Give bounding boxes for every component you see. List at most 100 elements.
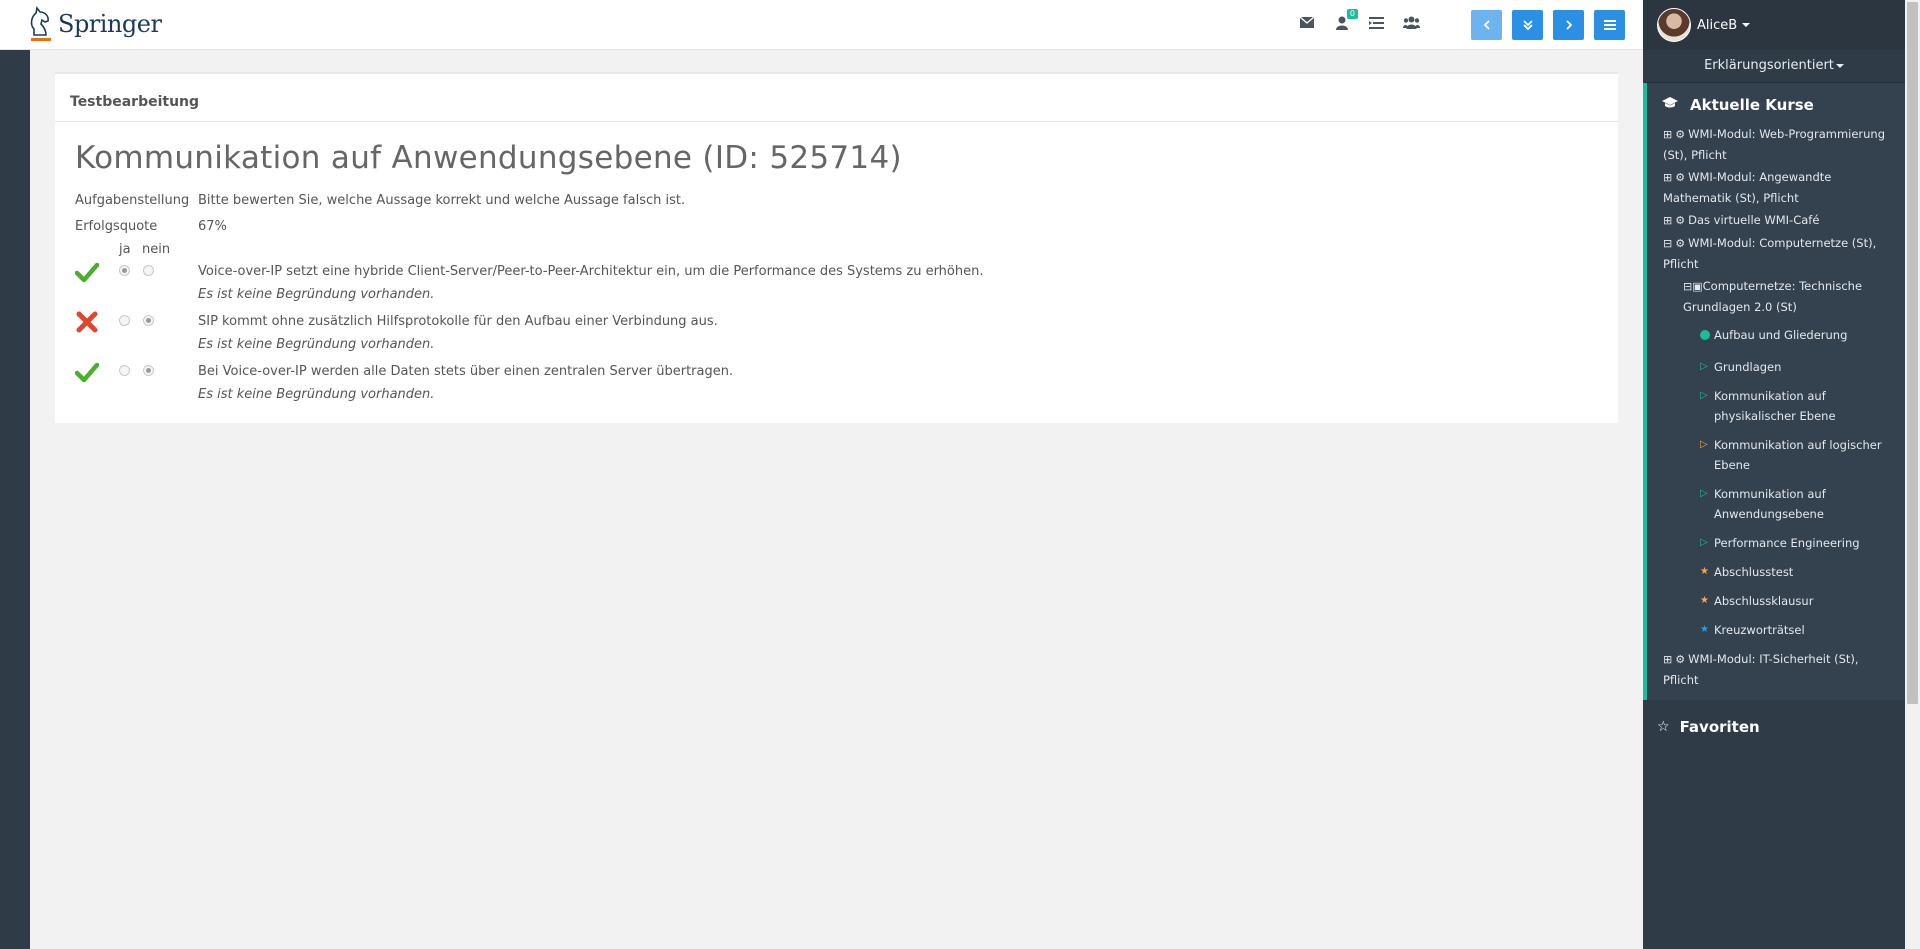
play-triangle-icon: ▷ bbox=[1700, 390, 1708, 401]
collapse-icon[interactable]: ⊟ bbox=[1683, 280, 1692, 293]
radio-nein[interactable] bbox=[143, 315, 154, 326]
lesson-item[interactable]: ▷ Performance Engineering bbox=[1647, 533, 1905, 553]
lesson-item[interactable]: ▷ Kommunikation auf Anwendungsebene bbox=[1647, 484, 1905, 524]
subcourse-item[interactable]: ⊟▣Computernetze: Technische Grundlagen 2… bbox=[1647, 276, 1905, 317]
radio-nein[interactable] bbox=[143, 365, 154, 376]
answer-reason: Es ist keine Begründung vorhanden. bbox=[198, 337, 435, 352]
chevron-right-icon bbox=[1565, 20, 1572, 30]
mode-label: Erklärungsorientiert bbox=[1704, 58, 1834, 73]
favorites-section[interactable]: ☆ Favoriten bbox=[1643, 700, 1905, 736]
mode-dropdown[interactable]: Erklärungsorientiert bbox=[1643, 50, 1905, 83]
envelope-icon[interactable] bbox=[1298, 14, 1315, 31]
users-icon[interactable] bbox=[1403, 14, 1420, 31]
expand-icon[interactable]: ⊞ bbox=[1663, 653, 1672, 666]
expand-icon[interactable]: ⊞ bbox=[1663, 171, 1672, 184]
star-icon: ★ bbox=[1700, 595, 1709, 606]
answer-reason: Es ist keine Begründung vorhanden. bbox=[198, 287, 435, 302]
caret-down-icon bbox=[1835, 63, 1844, 68]
lesson-item[interactable]: ★ Abschlussklausur bbox=[1647, 591, 1905, 611]
column-header-ja: ja bbox=[119, 242, 131, 257]
test-card: Testbearbeitung Kommunikation auf Anwend… bbox=[55, 72, 1618, 423]
answer-text: Voice-over-IP setzt eine hybride Client-… bbox=[198, 264, 984, 279]
play-triangle-icon: ▷ bbox=[1700, 488, 1708, 499]
chess-knight-icon bbox=[30, 6, 51, 41]
card-header: Testbearbeitung bbox=[55, 74, 1618, 122]
module-icon: ⚙ bbox=[1675, 214, 1686, 227]
springer-logo[interactable]: Springer bbox=[28, 4, 162, 44]
lesson-label: Kommunikation auf Anwendungsebene bbox=[1714, 487, 1826, 521]
lesson-item[interactable]: ▷ Grundlagen bbox=[1647, 357, 1905, 377]
lesson-item[interactable]: ▷ Kommunikation auf physikalischer Ebene bbox=[1647, 386, 1905, 426]
expand-icon[interactable]: ⊞ bbox=[1663, 214, 1672, 227]
completed-dot-icon bbox=[1700, 325, 1714, 348]
play-triangle-icon: ▷ bbox=[1700, 439, 1708, 450]
lesson-label: Kommunikation auf physikalischer Ebene bbox=[1714, 389, 1836, 423]
lesson-label: Grundlagen bbox=[1714, 360, 1782, 374]
course-item[interactable]: ⊞ ⚙ Das virtuelle WMI-Café bbox=[1647, 210, 1905, 231]
cross-icon bbox=[76, 311, 98, 333]
expand-icon[interactable]: ⊞ bbox=[1663, 128, 1672, 141]
column-header-nein: nein bbox=[142, 242, 171, 257]
current-courses-title: Aktuelle Kurse bbox=[1647, 83, 1905, 124]
play-triangle-icon: ▷ bbox=[1700, 361, 1708, 372]
success-rate-label: Erfolgsquote bbox=[75, 219, 158, 234]
logo-text: Springer bbox=[58, 10, 162, 38]
user-menu[interactable]: AliceB bbox=[1643, 0, 1905, 50]
success-rate-row: Erfolgsquote 67% bbox=[75, 214, 1618, 240]
double-chevron-down-icon bbox=[1522, 20, 1533, 30]
lesson-item[interactable]: Aufbau und Gliederung bbox=[1647, 325, 1905, 348]
radio-ja[interactable] bbox=[119, 315, 130, 326]
hamburger-icon bbox=[1603, 20, 1616, 30]
radio-nein[interactable] bbox=[143, 265, 154, 276]
course-label: WMI-Modul: IT-Sicherheit (St), Pflicht bbox=[1663, 652, 1859, 687]
course-label: WMI-Modul: Computernetze (St), Pflicht bbox=[1663, 236, 1877, 271]
answer-row: Bei Voice-over-IP werden alle Daten stet… bbox=[75, 360, 1618, 385]
module-icon: ⚙ bbox=[1675, 128, 1686, 141]
right-sidebar: AliceB Erklärungsorientiert Aktuelle Kur… bbox=[1643, 0, 1905, 949]
previous-button[interactable] bbox=[1471, 10, 1502, 40]
collapse-icon[interactable]: ⊟ bbox=[1663, 237, 1672, 250]
course-label: WMI-Modul: Angewandte Mathematik (St), P… bbox=[1663, 170, 1832, 205]
answer-text: SIP kommt ohne zusätzlich Hilfsprotokoll… bbox=[198, 314, 718, 329]
answer-reason: Es ist keine Begründung vorhanden. bbox=[198, 387, 435, 402]
lesson-label: Kommunikation auf logischer Ebene bbox=[1714, 438, 1882, 472]
lesson-label: Kreuzworträtsel bbox=[1714, 623, 1805, 637]
radio-ja[interactable] bbox=[119, 365, 130, 376]
lesson-item[interactable]: ★ Abschlusstest bbox=[1647, 562, 1905, 582]
course-item[interactable]: ⊞ ⚙ WMI-Modul: Angewandte Mathematik (St),… bbox=[1647, 167, 1905, 208]
list-icon[interactable] bbox=[1368, 14, 1385, 31]
scrollbar-thumb[interactable] bbox=[1907, 2, 1918, 704]
menu-button[interactable] bbox=[1594, 10, 1625, 40]
course-item[interactable]: ⊟ ⚙ WMI-Modul: Computernetze (St), Pflicht bbox=[1647, 233, 1905, 274]
star-outline-icon: ☆ bbox=[1657, 719, 1670, 735]
current-courses-panel: Aktuelle Kurse ⊞ ⚙ WMI-Modul: Web-Programm… bbox=[1643, 83, 1905, 700]
answer-column-headers: ja nein bbox=[75, 240, 1618, 260]
caret-down-icon bbox=[1742, 23, 1751, 27]
nav-button-group bbox=[1471, 10, 1625, 40]
checkmark-icon bbox=[75, 362, 99, 383]
lesson-item[interactable]: ▷ Kommunikation auf logischer Ebene bbox=[1647, 435, 1905, 475]
cube-icon: ▣ bbox=[1692, 280, 1703, 293]
lesson-item[interactable]: ★ Kreuzworträtsel bbox=[1647, 620, 1905, 640]
page-scrollbar[interactable] bbox=[1905, 0, 1920, 949]
notification-badge: 0 bbox=[1346, 9, 1358, 19]
course-item[interactable]: ⊞ ⚙ WMI-Modul: IT-Sicherheit (St), Pflicht bbox=[1647, 649, 1905, 690]
avatar bbox=[1657, 8, 1691, 42]
expand-down-button[interactable] bbox=[1512, 10, 1543, 40]
answer-text: Bei Voice-over-IP werden alle Daten stet… bbox=[198, 364, 734, 379]
lesson-label: Abschlusstest bbox=[1714, 565, 1794, 579]
current-courses-label: Aktuelle Kurse bbox=[1690, 96, 1814, 114]
next-button[interactable] bbox=[1553, 10, 1584, 40]
course-item[interactable]: ⊞ ⚙ WMI-Modul: Web-Programmierung (St), Pf… bbox=[1647, 124, 1905, 165]
user-notify-icon[interactable]: 0 bbox=[1333, 9, 1358, 31]
module-icon: ⚙ bbox=[1675, 171, 1686, 184]
user-name: AliceB bbox=[1697, 17, 1738, 33]
task-row: Aufgabenstellung Bitte bewerten Sie, wel… bbox=[75, 188, 1618, 214]
play-triangle-icon: ▷ bbox=[1700, 537, 1708, 548]
star-icon: ★ bbox=[1700, 624, 1709, 635]
success-rate-value: 67% bbox=[198, 219, 227, 234]
subcourse-label: Computernetze: Technische Grundlagen 2.0… bbox=[1683, 279, 1863, 314]
favorites-label: Favoriten bbox=[1679, 718, 1760, 736]
left-strip bbox=[0, 50, 30, 949]
radio-ja[interactable] bbox=[119, 265, 130, 276]
